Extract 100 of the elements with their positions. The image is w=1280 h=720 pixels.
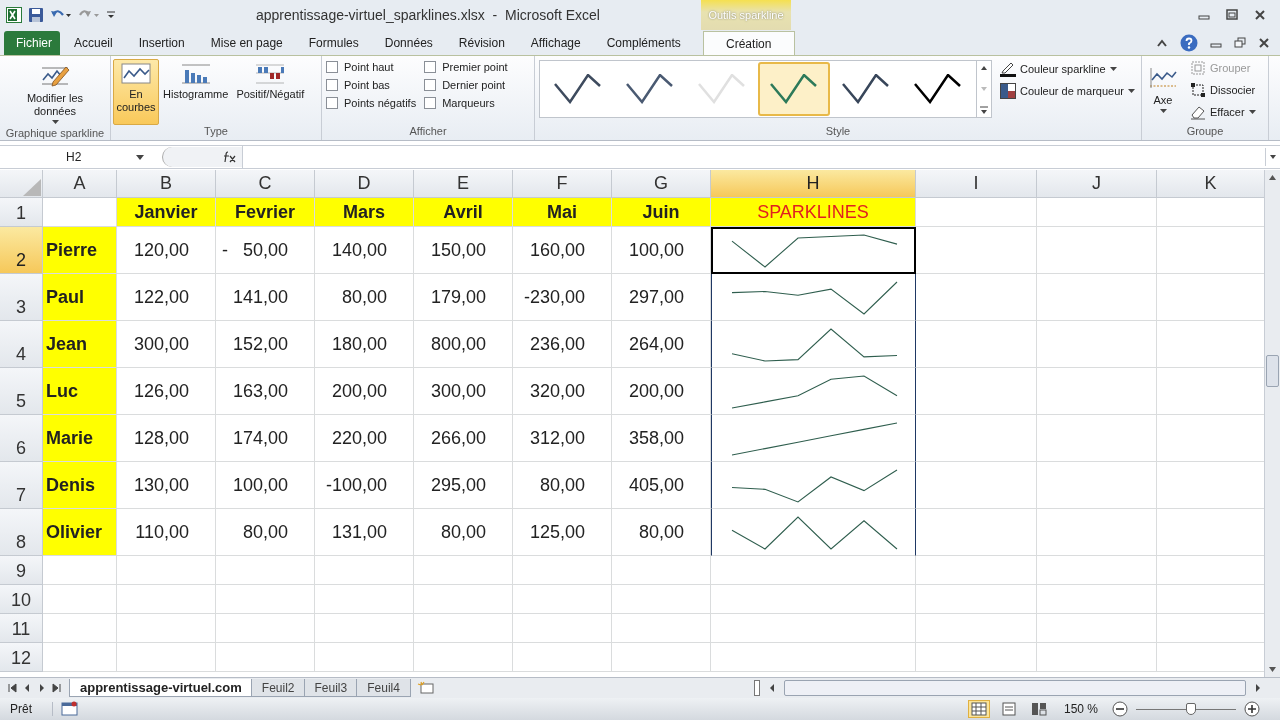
ribbon-tab[interactable]: Révision xyxy=(446,31,517,55)
column-header[interactable]: I xyxy=(916,170,1037,198)
row-header[interactable]: 10 xyxy=(0,585,43,614)
sheet-tab[interactable]: Feuil4 xyxy=(356,679,411,697)
last-sheet-icon[interactable] xyxy=(51,682,63,694)
zoom-level[interactable]: 150 % xyxy=(1057,702,1104,716)
table-cell: 300,00 xyxy=(117,321,216,368)
ribbon-tab[interactable]: Création xyxy=(702,31,795,55)
column-header[interactable]: A xyxy=(43,170,117,198)
table-cell: 126,00 xyxy=(117,368,216,415)
ribbon-tab[interactable]: Compléments xyxy=(594,31,693,55)
color-command-button[interactable]: Couleur sparkline xyxy=(998,60,1137,78)
table-cell: 131,00 xyxy=(315,509,414,556)
sheet-tab[interactable]: Feuil3 xyxy=(303,679,359,697)
group-label: Graphique sparkline xyxy=(4,127,106,140)
row-header[interactable]: 9 xyxy=(0,556,43,585)
column-header[interactable]: H xyxy=(711,170,916,198)
row-header[interactable]: 11 xyxy=(0,614,43,643)
fx-icon[interactable] xyxy=(222,151,236,163)
close-icon[interactable] xyxy=(1258,36,1270,49)
scrollbar-thumb[interactable] xyxy=(1266,355,1279,387)
color-command-button[interactable]: Couleur de marqueur xyxy=(998,82,1137,100)
restore-icon[interactable] xyxy=(1234,36,1246,49)
split-handle[interactable] xyxy=(754,680,760,696)
column-chart-icon xyxy=(179,62,212,86)
table-cell: 163,00 xyxy=(216,368,315,415)
column-header[interactable]: G xyxy=(612,170,711,198)
group-command-button[interactable]: Effacer xyxy=(1188,103,1258,121)
group-icon xyxy=(1190,60,1206,76)
column-header[interactable]: E xyxy=(414,170,513,198)
excel-logo-icon[interactable] xyxy=(6,7,22,23)
zoom-out-icon[interactable] xyxy=(1112,701,1128,717)
row-header[interactable]: 6 xyxy=(0,415,43,462)
column-header[interactable]: D xyxy=(315,170,414,198)
zoom-slider-thumb[interactable] xyxy=(1186,702,1196,715)
checkbox[interactable]: Points négatifs xyxy=(326,97,417,109)
table-cell: Mai xyxy=(513,198,612,227)
group-command-button[interactable]: Dissocier xyxy=(1188,81,1258,99)
table-cell: 128,00 xyxy=(117,415,216,462)
sparkline-type-button[interactable]: En courbes xyxy=(113,59,159,125)
pen-icon xyxy=(1000,61,1016,77)
ribbon-tab[interactable]: Insertion xyxy=(126,31,197,55)
table-cell: Denis xyxy=(43,462,117,509)
name-box[interactable]: H2 xyxy=(0,147,150,167)
dropdown-arrow-icon xyxy=(51,120,59,124)
row-header[interactable]: 5 xyxy=(0,368,43,415)
row-header[interactable]: 4 xyxy=(0,321,43,368)
row-header[interactable]: 3 xyxy=(0,274,43,321)
sheet-tab[interactable]: Feuil2 xyxy=(250,679,306,697)
checkbox[interactable]: Point haut xyxy=(326,61,417,73)
table-cell: 200,00 xyxy=(612,368,711,415)
checkbox[interactable]: Premier point xyxy=(424,61,508,73)
collapse-ribbon-icon[interactable] xyxy=(1156,37,1168,48)
macro-record-icon[interactable] xyxy=(61,701,79,717)
table-cell: 236,00 xyxy=(513,321,612,368)
ribbon-tab[interactable]: Mise en page xyxy=(198,31,295,55)
checkbox[interactable]: Marqueurs xyxy=(424,97,508,109)
table-cell: 120,00 xyxy=(117,227,216,274)
column-header[interactable]: C xyxy=(216,170,315,198)
sparkline-type-button[interactable]: Positif/Négatif xyxy=(232,59,309,125)
first-sheet-icon[interactable] xyxy=(6,682,18,694)
save-icon[interactable] xyxy=(28,7,44,23)
column-header[interactable]: K xyxy=(1157,170,1264,198)
axis-button[interactable]: Axe xyxy=(1144,59,1182,125)
edit-data-button[interactable]: Modifier les données xyxy=(2,59,108,127)
table-cell: 125,00 xyxy=(513,509,612,556)
scrollbar-thumb[interactable] xyxy=(784,680,1246,696)
zoom-in-icon[interactable] xyxy=(1244,701,1260,717)
ribbon-tab[interactable]: Formules xyxy=(296,31,371,55)
checkbox[interactable]: Dernier point xyxy=(424,79,508,91)
row-header[interactable]: 12 xyxy=(0,643,43,672)
row-header[interactable]: 8 xyxy=(0,509,43,556)
group-label: Style xyxy=(824,125,852,139)
file-tab[interactable]: Fichier xyxy=(4,31,60,55)
table-cell: -230,00 xyxy=(513,274,612,321)
ribbon-tab[interactable]: Accueil xyxy=(62,31,125,55)
ribbon-tab[interactable]: Données xyxy=(372,31,445,55)
ribbon-tab[interactable]: Affichage xyxy=(518,31,593,55)
row-header[interactable]: 7 xyxy=(0,462,43,509)
table-cell: 200,00 xyxy=(315,368,414,415)
table-cell: 295,00 xyxy=(414,462,513,509)
normal-view-button[interactable] xyxy=(967,700,990,718)
table-cell: -100,00 xyxy=(315,462,414,509)
corner-triangle-icon xyxy=(22,179,42,197)
table-cell: Pierre xyxy=(43,227,117,274)
help-icon[interactable] xyxy=(1180,33,1198,52)
close-icon[interactable] xyxy=(1254,9,1266,21)
group-label: Afficher xyxy=(408,125,448,139)
maximize-icon[interactable] xyxy=(1226,9,1238,21)
row-header[interactable]: 1 xyxy=(0,198,43,227)
sparkline-type-button[interactable]: Histogramme xyxy=(159,59,233,125)
sheet-tab[interactable]: apprentissage-virtuel.com xyxy=(69,679,253,697)
column-header[interactable]: F xyxy=(513,170,612,198)
column-header[interactable]: B xyxy=(117,170,216,198)
customize-menu-icon[interactable] xyxy=(106,9,116,21)
column-header[interactable]: J xyxy=(1037,170,1157,198)
row-header[interactable]: 2 xyxy=(0,227,43,274)
table-cell: 358,00 xyxy=(612,415,711,462)
checkbox[interactable]: Point bas xyxy=(326,79,417,91)
table-cell: 130,00 xyxy=(117,462,216,509)
